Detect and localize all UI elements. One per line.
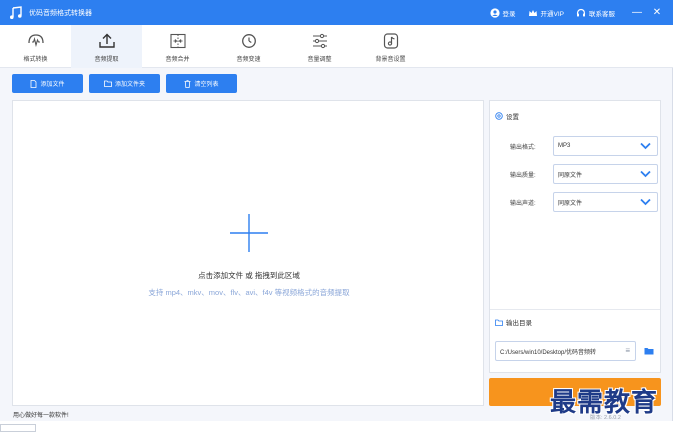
add-plus-icon[interactable] [230, 214, 268, 252]
vip-button[interactable]: 开通VIP [528, 8, 564, 18]
output-quality-value: 同原文件 [558, 172, 583, 179]
login-label: 登录 [502, 10, 516, 18]
headset-icon [576, 8, 586, 16]
contact-service-button[interactable]: 联系客服 [576, 8, 615, 18]
output-channel-row: 输出声道: 同原文件 [490, 192, 662, 212]
output-quality-row: 输出质量: 同原文件 [490, 164, 662, 184]
chevron-down-icon [640, 142, 651, 150]
music-note-icon [382, 31, 400, 51]
app-logo-icon [8, 5, 24, 21]
trash-icon [184, 79, 191, 88]
clear-list-label: 清空列表 [194, 82, 219, 88]
tab-background-music[interactable]: 背景音设置 [355, 25, 426, 68]
tab-label: 格式转换 [23, 56, 48, 63]
tab-audio-extract[interactable]: 音频提取 [71, 25, 142, 68]
tab-label: 音量调整 [307, 56, 332, 63]
tab-audio-merge[interactable]: 音频合并 [142, 25, 213, 68]
app-title: 优码音频格式转换器 [29, 9, 92, 17]
upload-icon [98, 31, 116, 51]
folder-icon [104, 80, 112, 87]
output-dir-title: 输出目录 [506, 320, 532, 327]
output-channel-select[interactable]: 同原文件 [553, 192, 658, 212]
taskbar-stub [0, 424, 36, 432]
settings-gear-icon [495, 112, 503, 120]
supported-formats-text: 支持 mp4、mkv、mov、flv、avi、f4v 等视频格式的音频提取 [148, 288, 350, 297]
waveform-icon [27, 31, 45, 51]
contact-label: 联系客服 [589, 10, 615, 18]
tab-label: 音频提取 [94, 56, 119, 63]
output-format-label: 输出格式: [510, 144, 536, 151]
output-dir-input[interactable]: C:/Users/win10/Desktop/优码音频转 ≡ [495, 341, 636, 361]
tab-label: 音频合并 [165, 56, 190, 63]
function-tabs: 格式转换 音频提取 音频合并 音频变速 音量调整 背景音设置 [0, 25, 673, 68]
status-bar-text: 用心做好每一款软件! [13, 413, 69, 419]
tab-format-convert[interactable]: 格式转换 [0, 25, 71, 68]
output-format-value: MP3 [558, 143, 571, 149]
tab-volume-adjust[interactable]: 音量调整 [284, 25, 355, 68]
drop-hint-text: 点击添加文件 或 拖拽到此区域 [198, 271, 300, 280]
file-icon [31, 79, 37, 88]
clear-list-button[interactable]: 清空列表 [166, 74, 237, 93]
folder-icon [495, 319, 503, 326]
file-drop-zone[interactable]: 点击添加文件 或 拖拽到此区域 支持 mp4、mkv、mov、flv、avi、f… [12, 100, 484, 406]
add-file-button[interactable]: 添加文件 [12, 74, 83, 93]
login-button[interactable]: 登录 [489, 7, 516, 18]
merge-icon [169, 31, 187, 51]
output-quality-select[interactable]: 同原文件 [553, 164, 658, 184]
add-file-label: 添加文件 [40, 82, 65, 88]
title-bar: 优码音频格式转换器 登录 开通VIP 联系客服 — ✕ [0, 0, 673, 25]
tab-label: 背景音设置 [375, 56, 406, 63]
add-folder-label: 添加文件夹 [114, 82, 145, 88]
vip-crown-icon [528, 9, 537, 16]
watermark-text: 最需教育 [550, 388, 659, 418]
settings-panel: 设置 输出格式: MP3 输出质量: 同原文件 输出声道: 同原文件 输出目录 … [489, 100, 661, 373]
output-channel-value: 同原文件 [558, 200, 583, 207]
output-channel-label: 输出声道: [510, 200, 536, 207]
sliders-icon [311, 31, 329, 51]
tab-label: 音频变速 [236, 56, 261, 63]
chevron-down-icon [640, 170, 651, 178]
tab-audio-speed[interactable]: 音频变速 [213, 25, 284, 68]
output-dir-header: 输出目录 [495, 317, 532, 327]
settings-divider [490, 309, 660, 310]
open-folder-icon [644, 348, 654, 355]
output-dir-value: C:/Users/win10/Desktop/优码音频转 [500, 349, 597, 356]
user-icon [489, 7, 500, 18]
output-format-select[interactable]: MP3 [553, 136, 658, 156]
settings-header: 设置 [495, 111, 519, 121]
output-quality-label: 输出质量: [510, 172, 536, 179]
action-bar: 添加文件 添加文件夹 清空列表 [12, 74, 243, 93]
vip-label: 开通VIP [540, 10, 564, 18]
output-format-row: 输出格式: MP3 [490, 136, 662, 156]
settings-title: 设置 [506, 114, 519, 121]
minimize-button[interactable]: — [627, 0, 647, 25]
app-window: 优码音频格式转换器 登录 开通VIP 联系客服 — ✕ 格式转换 音频提取 音频… [0, 0, 673, 421]
menu-icon: ≡ [625, 346, 630, 355]
browse-folder-button[interactable] [642, 344, 656, 358]
speed-icon [240, 31, 258, 51]
chevron-down-icon [640, 198, 651, 206]
add-folder-button[interactable]: 添加文件夹 [89, 74, 160, 93]
close-button[interactable]: ✕ [647, 0, 667, 25]
